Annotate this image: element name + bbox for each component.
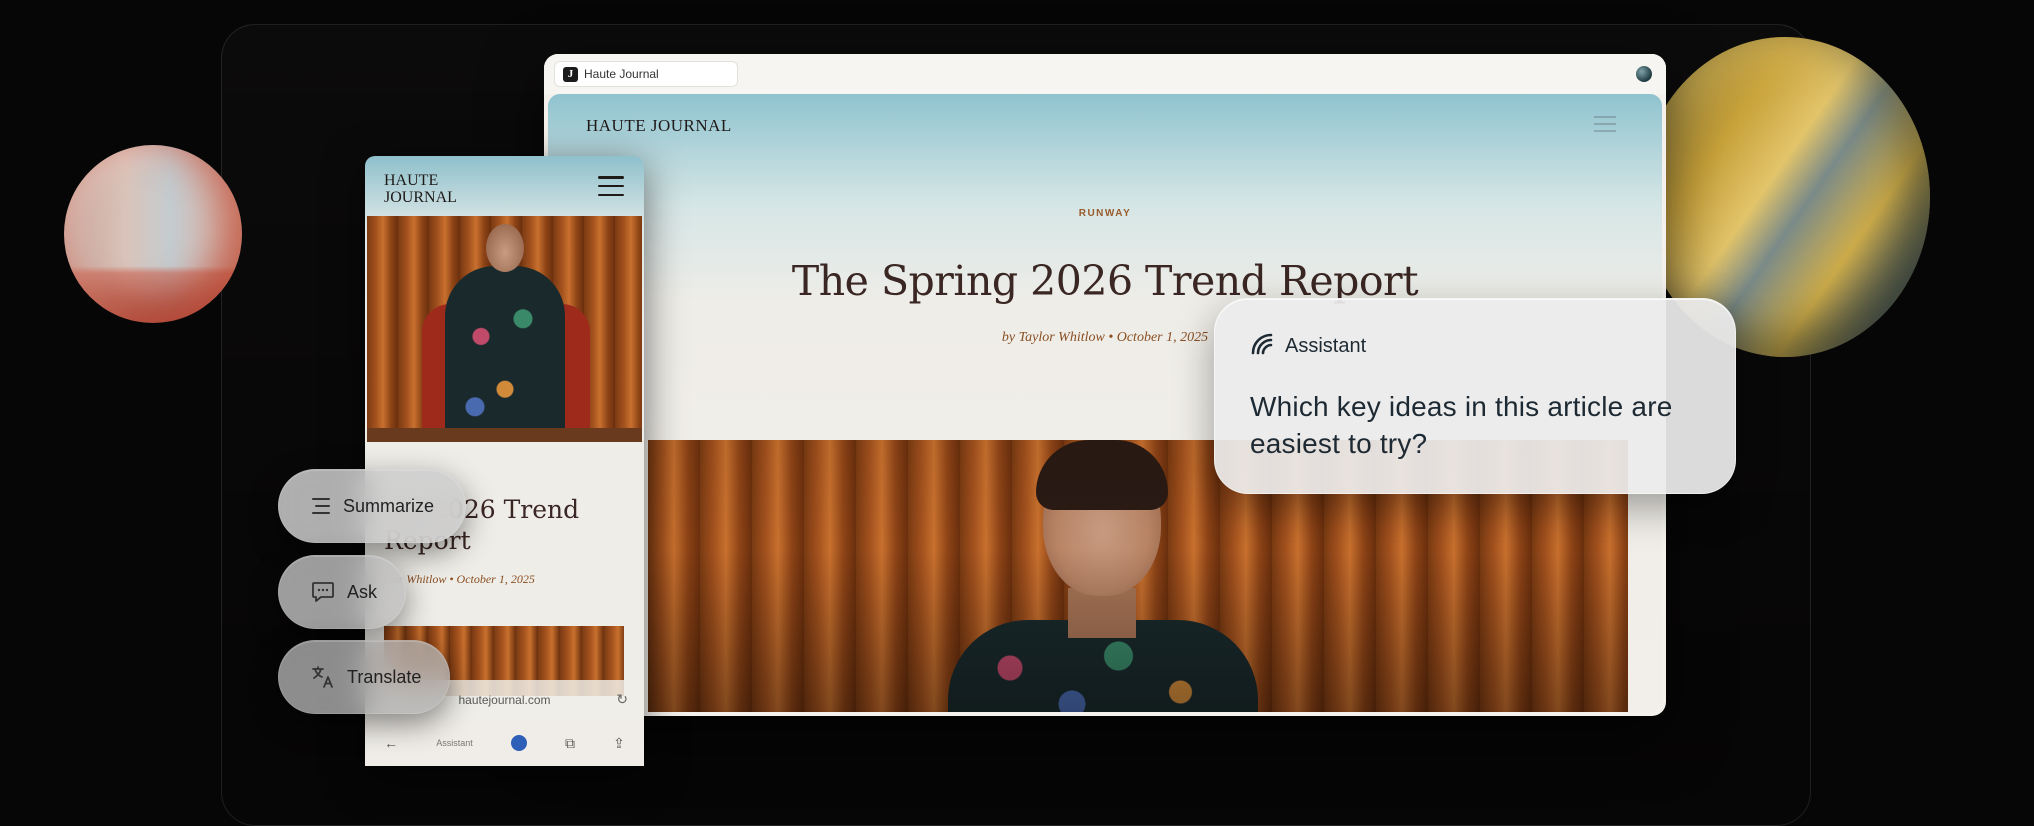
menu-icon[interactable] <box>1594 116 1616 132</box>
ask-icon <box>311 581 335 603</box>
tabs-icon[interactable]: ⧉ <box>565 735 575 752</box>
decorative-orb-left <box>64 145 242 323</box>
back-icon[interactable]: ← <box>384 735 398 751</box>
mobile-profile-icon[interactable] <box>510 735 527 751</box>
mobile-byline: ylor Whitlow • October 1, 2025 <box>384 572 535 586</box>
translate-label: Translate <box>347 666 422 687</box>
ask-label: Ask <box>347 581 378 602</box>
hero-model-neck <box>1068 588 1136 638</box>
assistant-card[interactable]: Assistant Which key ideas in this articl… <box>1214 298 1736 494</box>
mobile-site-logo[interactable]: HAUTE JOURNAL <box>384 172 504 206</box>
profile-avatar[interactable] <box>1636 66 1652 82</box>
site-logo[interactable]: HAUTE JOURNAL <box>586 116 732 136</box>
browser-chrome: J Haute Journal <box>544 54 1666 94</box>
mobile-toolbar: ← Assistant ⧉ ⇪ <box>365 720 644 766</box>
mobile-hero-image <box>367 216 642 442</box>
translate-icon <box>311 665 335 689</box>
translate-button[interactable]: Translate <box>278 640 450 714</box>
mobile-hero-floor <box>367 428 642 442</box>
mobile-menu-icon[interactable] <box>598 176 624 196</box>
favicon-icon: J <box>563 66 578 82</box>
mobile-assistant-button[interactable]: Assistant <box>436 738 473 748</box>
hero-model-hair <box>1036 440 1168 510</box>
summarize-icon <box>311 497 331 515</box>
reload-icon[interactable]: ↻ <box>616 691 628 708</box>
assistant-header: Assistant <box>1249 331 1366 362</box>
assistant-logo-icon <box>1249 331 1275 362</box>
mobile-address-text: hautejournal.com <box>458 693 551 707</box>
assistant-question: Which key ideas in this article are easi… <box>1250 391 1673 459</box>
browser-tab[interactable]: J Haute Journal <box>554 61 738 87</box>
hero-model-face <box>1043 446 1161 596</box>
mobile-hero-figure <box>445 266 565 442</box>
tab-title: Haute Journal <box>584 67 659 81</box>
summarize-button[interactable]: Summarize <box>278 469 466 543</box>
assistant-title: Assistant <box>1285 335 1367 357</box>
mobile-hero-face <box>486 224 524 272</box>
ask-button[interactable]: Ask <box>278 555 406 629</box>
article-kicker[interactable]: RUNWAY <box>548 208 1662 219</box>
share-icon[interactable]: ⇪ <box>613 735 625 752</box>
summarize-label: Summarize <box>343 495 435 516</box>
hero-model-dress <box>948 620 1258 712</box>
